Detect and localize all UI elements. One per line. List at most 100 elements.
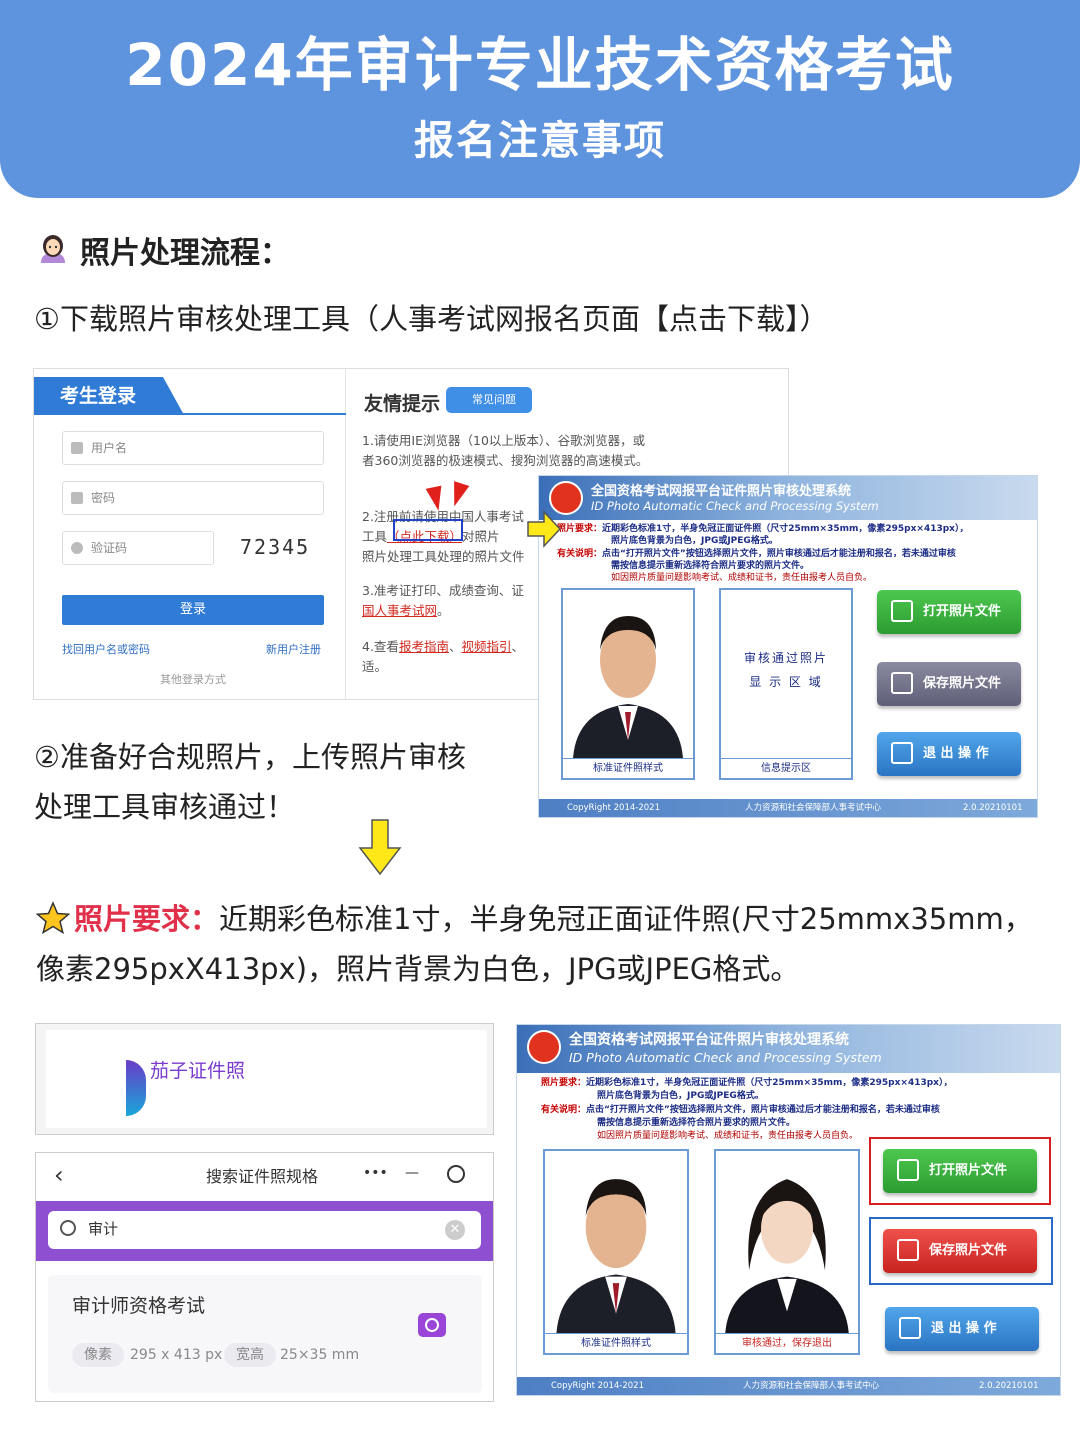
zone-line-1: 审核通过照片 xyxy=(743,651,828,665)
result-card[interactable]: 审计师资格考试 像素 295 x 413 px 宽高 25×35 mm xyxy=(48,1275,482,1393)
tip-4-end: 适。 xyxy=(362,659,388,674)
open-file-icon xyxy=(891,600,913,622)
note-text-3: 如因照片质量问题影响考试、成绩和证书，责任由报考人员自负。 xyxy=(597,1131,859,1141)
exit-icon xyxy=(891,742,913,764)
register-link[interactable]: 新用户注册 xyxy=(266,641,321,657)
photo-system-window-1: 全国资格考试网报平台证件照片审核处理系统 ID Photo Automatic … xyxy=(538,475,1038,818)
login-button[interactable]: 登录 xyxy=(62,595,324,625)
other-login-label: 其他登录方式 xyxy=(160,673,226,686)
tip-2-photo: 对照片 xyxy=(462,529,500,544)
pta-logo-icon xyxy=(527,1030,561,1064)
guide-link[interactable]: 报考指南 xyxy=(399,639,449,654)
female-portrait-icon xyxy=(725,1179,849,1333)
password-placeholder: 密码 xyxy=(91,491,116,505)
footer-version: 2.0.20210101 xyxy=(979,1381,1039,1391)
size-value: 25×35 mm xyxy=(280,1347,360,1363)
forgot-link[interactable]: 找回用户名或密码 xyxy=(62,641,150,657)
note-text-2: 需按信息提示重新选择符合照片要求的照片文件。 xyxy=(597,1118,796,1128)
exit-button[interactable]: 退 出 操 作 xyxy=(877,732,1021,776)
system-title-cn: 全国资格考试网报平台证件照片审核处理系统 xyxy=(591,484,852,499)
clear-icon[interactable]: ✕ xyxy=(445,1220,465,1240)
search-icon xyxy=(60,1220,76,1236)
open-photo-label: 打开照片文件 xyxy=(929,1163,1008,1178)
note-label: 有关说明： xyxy=(541,1105,587,1115)
app-search-screenshot: ‹ 搜索证件照规格 ••• — ✕ 审计师资格考试 像素 295 x 413 p… xyxy=(35,1152,494,1402)
tips-title: 友情提示 xyxy=(364,393,441,415)
camera-icon[interactable] xyxy=(418,1313,446,1337)
footer-org: 人力资源和社会保障部人事考试中心 xyxy=(745,803,882,813)
tip-2-tool: 工具 xyxy=(362,529,388,544)
requirement-note: 照片要求：近期彩色标准1寸，半身免冠正面证件照（尺寸25mm×35mm，像素29… xyxy=(557,523,969,535)
woman-emoji-icon xyxy=(41,235,65,263)
mini-program-capsule: ••• — xyxy=(363,1161,475,1189)
req-text-2: 照片底色背景为白色，JPG或JPEG格式。 xyxy=(597,1091,764,1101)
requirement-note: 照片要求：近期彩色标准1寸，半身免冠正面证件照（尺寸25mm×35mm，像素29… xyxy=(541,1077,953,1089)
app-brand-card: 茄子证件照 xyxy=(46,1030,487,1128)
system-footer: CopyRight 2014-2021 人力资源和社会保障部人事考试中心 2.0… xyxy=(517,1377,1060,1395)
pixels-value: 295 x 413 px xyxy=(130,1347,223,1363)
save-icon xyxy=(897,1239,919,1261)
minimize-icon[interactable]: — xyxy=(405,1165,419,1181)
requirement-paragraph: 照片要求：近期彩色标准1寸，半身免冠正面证件照(尺寸25mmx35mm，像素29… xyxy=(36,894,1056,994)
male-portrait-icon xyxy=(573,616,683,758)
open-photo-label: 打开照片文件 xyxy=(923,604,1002,619)
shield-icon xyxy=(71,542,83,554)
footer-copyright: CopyRight 2014-2021 xyxy=(567,803,660,813)
requirement-label: 照片要求： xyxy=(74,902,220,936)
exam-site-link[interactable]: 国人事考试网 xyxy=(362,603,437,618)
step-1-text: ①下载照片审核处理工具（人事考试网报名页面【点击下载】） xyxy=(34,302,829,336)
search-box[interactable]: ✕ xyxy=(48,1211,481,1249)
login-panel: 考生登录 用户名 密码 验证码 72345 登录 找回用户名或密码 新用户注册 … xyxy=(34,369,346,699)
captcha-field[interactable]: 验证码 xyxy=(62,531,214,565)
note-text-3: 如因照片质量问题影响考试、成绩和证书，责任由报考人员自负。 xyxy=(611,573,873,583)
yellow-arrow-right-icon xyxy=(527,510,562,548)
system-title-cn: 全国资格考试网报平台证件照片审核处理系统 xyxy=(569,1032,849,1048)
password-field[interactable]: 密码 xyxy=(62,481,324,515)
save-photo-label: 保存照片文件 xyxy=(929,1243,1008,1258)
star-icon xyxy=(36,901,70,935)
close-capsule-icon[interactable] xyxy=(447,1165,465,1183)
username-placeholder: 用户名 xyxy=(91,441,128,455)
tip-3-line1: 3.准考证打印、成绩查询、证 xyxy=(362,583,524,598)
open-photo-button[interactable]: 打开照片文件 xyxy=(883,1149,1037,1193)
page-subtitle: 报名注意事项 xyxy=(414,118,666,164)
system-title-en: ID Photo Automatic Check and Processing … xyxy=(591,499,879,513)
captcha-image[interactable]: 72345 xyxy=(240,535,310,559)
page-title: 2024年审计专业技术资格考试 xyxy=(125,31,955,99)
login-tab[interactable]: 考生登录 xyxy=(34,377,184,415)
save-photo-button[interactable]: 保存照片文件 xyxy=(877,662,1021,706)
lock-icon xyxy=(71,492,83,504)
info-caption: 信息提示区 xyxy=(721,758,851,778)
username-field[interactable]: 用户名 xyxy=(62,431,324,465)
back-arrow-icon[interactable]: ‹ xyxy=(54,1161,64,1189)
tip-2-line3: 照片处理工具处理的照片文件 xyxy=(362,549,525,564)
zone-line-2: 显 示 区 域 xyxy=(749,675,823,689)
save-photo-button[interactable]: 保存照片文件 xyxy=(883,1229,1037,1273)
req-text-1: 近期彩色标准1寸，半身免冠正面证件照（尺寸25mm×35mm，像素295px×4… xyxy=(586,1078,953,1088)
save-icon xyxy=(891,672,913,694)
req-label: 照片要求： xyxy=(541,1078,587,1088)
video-link[interactable]: 视频指引 xyxy=(461,639,511,654)
footer-copyright: CopyRight 2014-2021 xyxy=(551,1381,644,1391)
exit-button[interactable]: 退 出 操 作 xyxy=(885,1307,1039,1351)
system-footer: CopyRight 2014-2021 人力资源和社会保障部人事考试中心 2.0… xyxy=(539,799,1037,817)
more-icon[interactable]: ••• xyxy=(363,1165,388,1181)
exit-label: 退 出 操 作 xyxy=(923,746,989,761)
explanation-note: 有关说明：点击“打开照片文件”按钮选择照片文件，照片审核通过后才能注册和报名，若… xyxy=(541,1104,940,1116)
faq-badge[interactable]: 常见问题 xyxy=(446,387,532,413)
search-input[interactable] xyxy=(88,1219,388,1237)
note-label: 有关说明： xyxy=(557,549,603,559)
note-text-2: 需按信息提示重新选择符合照片要求的照片文件。 xyxy=(611,561,810,571)
user-icon xyxy=(71,442,83,454)
save-photo-label: 保存照片文件 xyxy=(923,676,1002,691)
pixels-tag: 像素 xyxy=(72,1343,124,1367)
result-title: 审计师资格考试 xyxy=(72,1295,206,1317)
req-label: 照片要求： xyxy=(557,524,603,534)
sample-photo-box: 标准证件照样式 xyxy=(543,1149,689,1355)
section-title-text: 照片处理流程： xyxy=(80,236,290,271)
open-photo-button[interactable]: 打开照片文件 xyxy=(877,590,1021,634)
tip-3-end: 。 xyxy=(437,603,450,618)
system-titlebar: 全国资格考试网报平台证件照片审核处理系统 ID Photo Automatic … xyxy=(539,476,1037,520)
tip-1: 1.请使用IE浏览器（10以上版本）、谷歌浏览器，或者360浏览器的极速模式、搜… xyxy=(362,433,649,468)
footer-org: 人力资源和社会保障部人事考试中心 xyxy=(743,1381,880,1391)
